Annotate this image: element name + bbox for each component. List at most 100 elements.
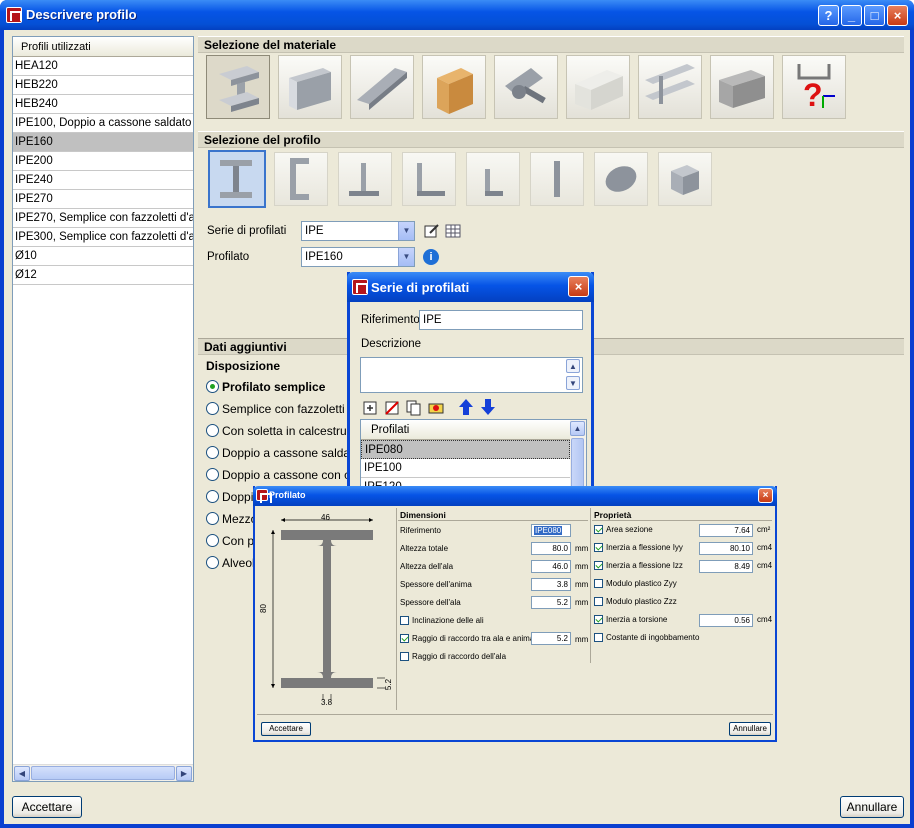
round-bar-profile-button[interactable]	[594, 152, 648, 206]
profilati-list-header[interactable]: Profilati	[361, 420, 586, 440]
radio-icon[interactable]	[206, 424, 219, 437]
property-input[interactable]: 7.64	[699, 524, 753, 537]
t-profile-button[interactable]	[338, 152, 392, 206]
square-bar-profile-button[interactable]	[658, 152, 712, 206]
list-item[interactable]: IPE270	[13, 190, 193, 209]
delete-icon[interactable]	[384, 400, 400, 416]
cancel-button[interactable]: Annullare	[840, 796, 904, 818]
vertical-scrollbar[interactable]: ▲	[570, 420, 586, 493]
list-item[interactable]: HEB240	[13, 95, 193, 114]
radio-icon[interactable]	[206, 402, 219, 415]
info-icon[interactable]: i	[423, 249, 439, 265]
chevron-down-icon[interactable]: ▼	[398, 248, 414, 266]
dimension-input[interactable]: 80.0	[531, 542, 571, 555]
radio-icon[interactable]	[206, 534, 219, 547]
profilato-dialog-close-button[interactable]: ×	[758, 488, 773, 503]
flange-slope-checkbox[interactable]	[400, 616, 409, 625]
profiles-list[interactable]: Profili utilizzati HEA120 HEB220 HEB240 IPE…	[12, 36, 194, 782]
radio-icon[interactable]	[206, 380, 219, 393]
profilato-list-item[interactable]: IPE080	[361, 440, 570, 459]
table-icon[interactable]	[445, 223, 461, 239]
disposition-option[interactable]: Doppio a cassone saldato	[206, 446, 360, 460]
dimension-input[interactable]: 46.0	[531, 560, 571, 573]
dimension-input[interactable]: 3.8	[531, 578, 571, 591]
scroll-right-icon[interactable]: ▶	[176, 766, 192, 781]
disposition-option[interactable]: Doppio a cassone con cala	[206, 468, 366, 482]
property-input[interactable]: 80.10	[699, 542, 753, 555]
arrow-down-icon[interactable]	[480, 398, 496, 415]
description-input[interactable]: ▲ ▼	[360, 357, 583, 393]
property-checkbox[interactable]	[594, 579, 603, 588]
radio-icon[interactable]	[206, 446, 219, 459]
radio-icon[interactable]	[206, 468, 219, 481]
accept-button[interactable]: Accettare	[12, 796, 82, 818]
property-checkbox[interactable]	[594, 525, 603, 534]
property-checkbox[interactable]	[594, 633, 603, 642]
l-profile-button[interactable]	[402, 152, 456, 206]
generic-section-material-button[interactable]: ?	[782, 55, 846, 119]
dimension-input[interactable]: 5.2	[531, 596, 571, 609]
dimension-input[interactable]: IPE080	[531, 524, 571, 537]
scroll-up-icon[interactable]: ▲	[566, 359, 580, 373]
export-icon[interactable]	[428, 400, 444, 416]
profilato-combo[interactable]: IPE160 ▼	[301, 247, 415, 267]
scroll-thumb[interactable]	[31, 766, 175, 780]
steel-formed-material-button[interactable]	[278, 55, 342, 119]
profilati-list[interactable]: Profilati IPE080IPE100IPE120 ▲	[360, 419, 587, 494]
flat-bar-profile-button[interactable]	[530, 152, 584, 206]
flange-radius-checkbox[interactable]	[400, 652, 409, 661]
c-profile-button[interactable]	[274, 152, 328, 206]
disposition-option[interactable]: Con soletta in calcestruzzo	[206, 424, 365, 438]
profilato-accept-button[interactable]: Accettare	[261, 722, 311, 736]
profilato-cancel-button[interactable]: Annullare	[729, 722, 771, 736]
chevron-down-icon[interactable]: ▼	[398, 222, 414, 240]
disposition-option[interactable]: Mezzo	[206, 512, 257, 526]
disposition-option[interactable]: Semplice con fazzoletti d'an	[206, 402, 370, 416]
series-dialog-close-button[interactable]: ×	[568, 276, 589, 297]
list-item[interactable]: Ø10	[13, 247, 193, 266]
list-item[interactable]: Ø12	[13, 266, 193, 285]
scroll-thumb[interactable]	[571, 438, 584, 488]
list-item[interactable]: HEA120	[13, 57, 193, 76]
close-button[interactable]: ×	[887, 5, 908, 26]
property-checkbox[interactable]	[594, 543, 603, 552]
help-button[interactable]: ?	[818, 5, 839, 26]
small-l-profile-button[interactable]	[466, 152, 520, 206]
scroll-down-icon[interactable]: ▼	[566, 376, 580, 390]
radio-icon[interactable]	[206, 556, 219, 569]
profilato-list-item[interactable]: IPE100	[361, 459, 570, 478]
cold-formed-material-button[interactable]	[638, 55, 702, 119]
fillet-radius-checkbox[interactable]	[400, 634, 409, 643]
property-checkbox[interactable]	[594, 561, 603, 570]
series-combo[interactable]: IPE ▼	[301, 221, 415, 241]
wood-material-button[interactable]	[422, 55, 486, 119]
aluminium-material-button[interactable]	[350, 55, 414, 119]
scroll-up-icon[interactable]: ▲	[570, 421, 585, 436]
maximize-button[interactable]: □	[864, 5, 885, 26]
radio-icon[interactable]	[206, 512, 219, 525]
scroll-left-icon[interactable]: ◀	[14, 766, 30, 781]
reference-input[interactable]: IPE	[419, 310, 583, 330]
i-profile-button[interactable]	[208, 150, 266, 208]
horizontal-scrollbar[interactable]: ◀ ▶	[13, 764, 193, 781]
hollow-section-material-button[interactable]	[566, 55, 630, 119]
add-icon[interactable]	[362, 400, 378, 416]
list-item[interactable]: HEB220	[13, 76, 193, 95]
edit-icon[interactable]	[424, 223, 440, 239]
property-input[interactable]: 0.56	[699, 614, 753, 627]
list-header[interactable]: Profili utilizzati	[13, 37, 193, 57]
masonry-material-button[interactable]	[710, 55, 774, 119]
list-item[interactable]: IPE300, Semplice con fazzoletti d'ang	[13, 228, 193, 247]
steel-rolled-material-button[interactable]	[206, 55, 270, 119]
list-item[interactable]: IPE240	[13, 171, 193, 190]
list-item[interactable]: IPE160	[13, 133, 193, 152]
disposition-option[interactable]: Doppio	[206, 490, 260, 504]
disposition-option[interactable]: Profilato semplice	[206, 380, 325, 394]
list-item[interactable]: IPE270, Semplice con fazzoletti d'ang	[13, 209, 193, 228]
minimize-button[interactable]: _	[841, 5, 862, 26]
fillet-radius-input[interactable]: 5.2	[531, 632, 571, 645]
property-checkbox[interactable]	[594, 615, 603, 624]
property-checkbox[interactable]	[594, 597, 603, 606]
list-item[interactable]: IPE200	[13, 152, 193, 171]
anchor-material-button[interactable]	[494, 55, 558, 119]
